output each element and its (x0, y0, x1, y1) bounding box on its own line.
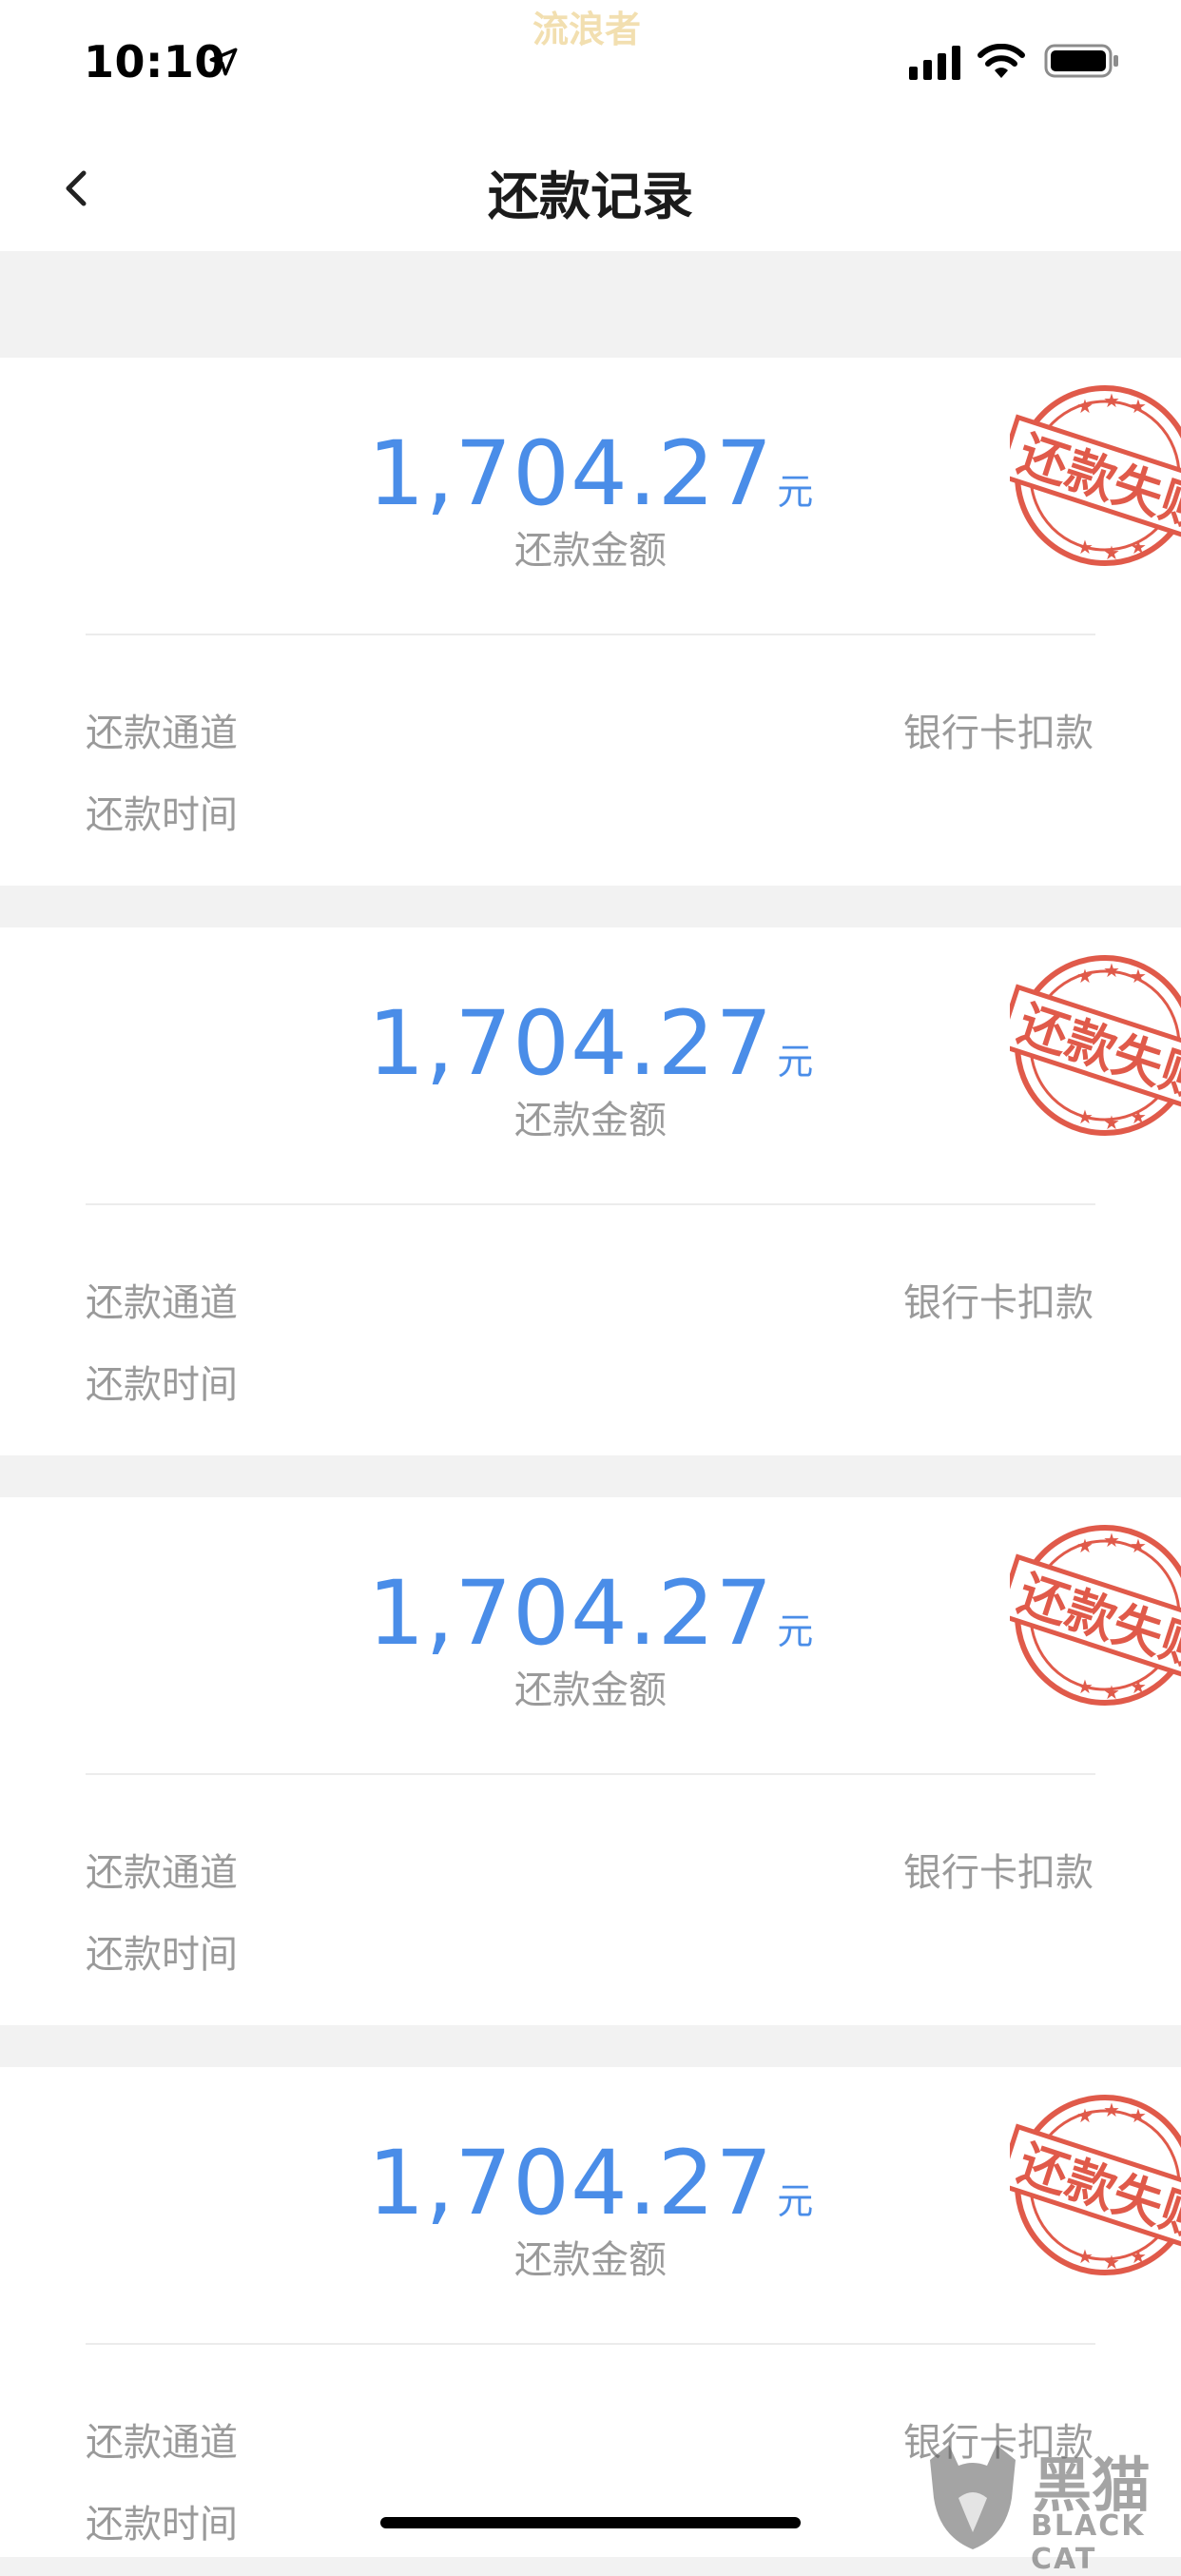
time-label: 还款时间 (86, 793, 238, 837)
svg-text:★: ★ (1103, 1111, 1120, 1134)
divider (86, 634, 1095, 635)
svg-text:★: ★ (1130, 395, 1147, 418)
home-indicator[interactable] (380, 2517, 801, 2528)
svg-text:★: ★ (1076, 395, 1094, 418)
amount-label: 还款金额 (514, 1669, 667, 1712)
amount-value: 1,704.27 (367, 1562, 774, 1666)
channel-value: 银行卡扣款 (903, 712, 1094, 755)
channel-value: 银行卡扣款 (903, 1851, 1094, 1895)
status-time: 10:10 (84, 36, 225, 88)
wifi-icon (978, 44, 1025, 78)
svg-text:★: ★ (1076, 1105, 1094, 1128)
watermark-text: 流浪者 (532, 9, 642, 50)
svg-text:★: ★ (1130, 2245, 1147, 2268)
svg-text:★: ★ (1130, 965, 1147, 987)
amount-label: 还款金额 (514, 529, 667, 573)
divider (86, 1773, 1095, 1775)
svg-text:★: ★ (1076, 1534, 1094, 1557)
svg-text:★: ★ (1076, 2104, 1094, 2127)
channel-label: 还款通道 (86, 1851, 238, 1895)
failed-stamp-icon: ★ ★ ★★ ★ ★ 还款失败 (1010, 1525, 1181, 1706)
failed-stamp-icon: ★ ★ ★★ ★ ★ 还款失败 (1010, 385, 1181, 566)
time-label: 还款时间 (86, 1933, 238, 1977)
divider (86, 1203, 1095, 1205)
time-label: 还款时间 (86, 2503, 238, 2547)
divider (86, 2343, 1095, 2345)
time-label: 还款时间 (86, 1363, 238, 1407)
amount-label: 还款金额 (514, 2238, 667, 2282)
amount-row: 1,704.27 元 (0, 1562, 1181, 1666)
blackcat-logo-icon (930, 2445, 1016, 2549)
svg-text:★: ★ (1103, 541, 1120, 564)
amount-unit: 元 (777, 1610, 814, 1652)
svg-text:★: ★ (1103, 1529, 1120, 1551)
svg-text:★: ★ (1076, 536, 1094, 558)
svg-text:★: ★ (1130, 1534, 1147, 1557)
repayment-record-card[interactable]: 1,704.27 元 还款金额 还款通道 银行卡扣款 还款时间 ★ ★ ★ ★ ★ ★ 还款… (0, 358, 1181, 886)
amount-row: 1,704.27 元 (0, 422, 1181, 526)
cellular-signal-icon (909, 46, 960, 80)
failed-stamp-icon: ★ ★ ★★ ★ ★ 还款失败 (1010, 955, 1181, 1136)
amount-label: 还款金额 (514, 1099, 667, 1142)
svg-text:★: ★ (1130, 1675, 1147, 1698)
svg-text:★: ★ (1076, 965, 1094, 987)
failed-stamp-icon: ★ ★ ★★ ★ ★ 还款失败 (1010, 2095, 1181, 2275)
page-title: 还款记录 (488, 166, 693, 226)
amount-row: 1,704.27 元 (0, 2132, 1181, 2235)
svg-text:★: ★ (1130, 2104, 1147, 2127)
amount-unit: 元 (777, 2180, 814, 2222)
status-bar: 10:10 流浪者 (0, 0, 1181, 126)
svg-text:★: ★ (1103, 2098, 1120, 2121)
svg-text:★: ★ (1076, 2245, 1094, 2268)
svg-text:★: ★ (1130, 536, 1147, 558)
svg-text:★: ★ (1103, 389, 1120, 412)
amount-unit: 元 (777, 1041, 814, 1083)
channel-label: 还款通道 (86, 2421, 238, 2465)
svg-text:★: ★ (1103, 959, 1120, 982)
battery-icon (1044, 44, 1118, 78)
amount-value: 1,704.27 (367, 422, 774, 526)
amount-value: 1,704.27 (367, 2132, 774, 2235)
channel-label: 还款通道 (86, 712, 238, 755)
channel-value: 银行卡扣款 (903, 1281, 1094, 1325)
channel-label: 还款通道 (86, 1281, 238, 1325)
svg-text:★: ★ (1103, 2251, 1120, 2274)
location-arrow-icon (209, 48, 238, 76)
amount-value: 1,704.27 (367, 992, 774, 1096)
svg-text:★: ★ (1130, 1105, 1147, 1128)
repayment-record-card[interactable]: 1,704.27 元 还款金额 还款通道 银行卡扣款 还款时间 ★ ★ ★ ★ ★ ★ 还款… (0, 927, 1181, 1455)
blackcat-watermark: 黑猫 BLACK CAT (920, 2435, 1181, 2576)
svg-text:★: ★ (1103, 1681, 1120, 1704)
svg-text:★: ★ (1076, 1675, 1094, 1698)
nav-bar: 还款记录 (0, 126, 1181, 251)
amount-row: 1,704.27 元 (0, 992, 1181, 1096)
repayment-record-card[interactable]: 1,704.27 元 还款金额 还款通道 银行卡扣款 还款时间 ★ ★ ★ ★ ★ ★ 还款… (0, 1497, 1181, 2025)
blackcat-text-en: BLACK CAT (1031, 2509, 1146, 2576)
amount-unit: 元 (777, 471, 814, 513)
